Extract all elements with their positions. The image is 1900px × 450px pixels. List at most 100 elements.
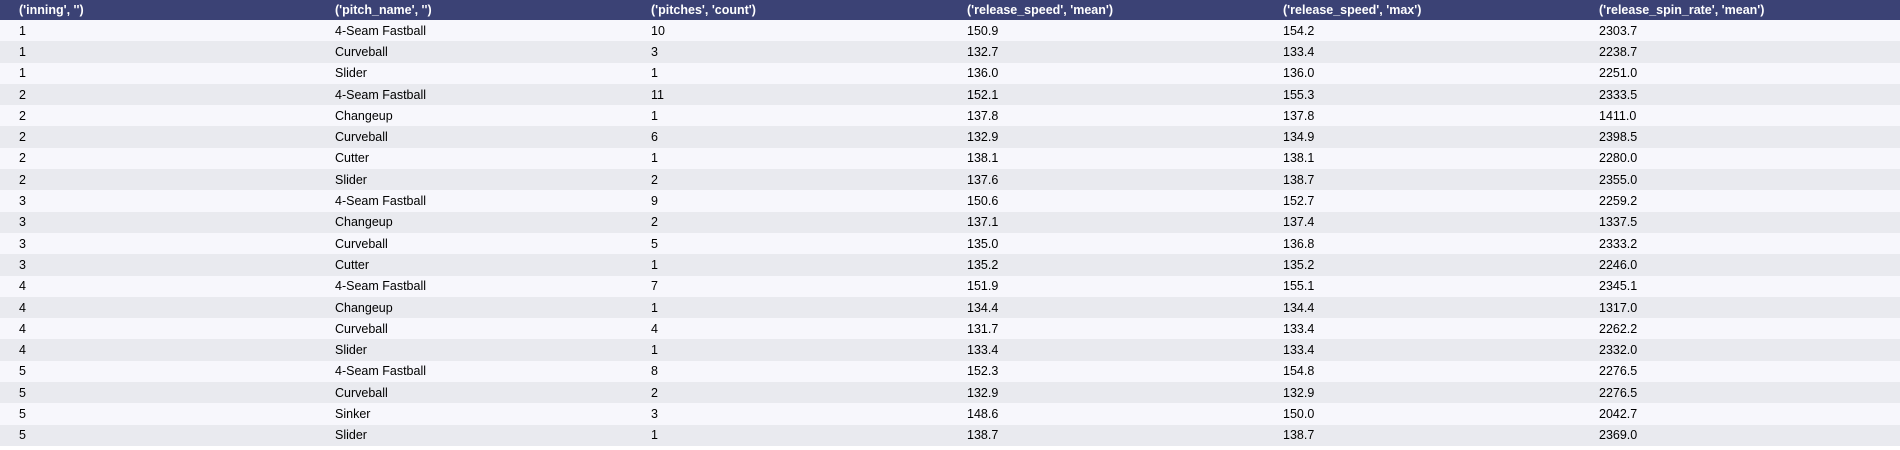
column-header-inning[interactable]: ('inning', '') <box>0 0 316 20</box>
cell-pitches-count: 5 <box>651 236 658 251</box>
cell-pitch-name: Slider <box>335 428 367 443</box>
column-header-release-spin-rate-mean[interactable]: ('release_spin_rate', 'mean') <box>1580 0 1900 20</box>
cell-release-speed-mean: 136.0 <box>967 66 999 81</box>
cell-release-speed-mean: 138.1 <box>967 151 999 166</box>
cell-release-spin-rate-mean: 2280.0 <box>1599 151 1638 166</box>
cell-inning: 3 <box>19 215 26 230</box>
cell-release-spin-rate-mean: 2262.2 <box>1599 321 1638 336</box>
cell-pitches-count: 7 <box>651 279 658 294</box>
cell-pitches-count: 1 <box>651 66 658 81</box>
cell-release-speed-mean: 137.6 <box>967 172 999 187</box>
cell-release-speed-max: 136.0 <box>1283 66 1315 81</box>
cell-pitch-name: Changeup <box>335 108 393 123</box>
cell-pitches-count: 2 <box>651 385 658 400</box>
cell-inning: 3 <box>19 236 26 251</box>
cell-release-speed-max: 134.9 <box>1283 130 1315 145</box>
cell-pitch-name: Sinker <box>335 406 371 421</box>
cell-pitches-count: 9 <box>651 194 658 209</box>
cell-pitch-name: Curveball <box>335 130 388 145</box>
cell-release-spin-rate-mean: 2398.5 <box>1599 130 1638 145</box>
cell-release-speed-max: 155.1 <box>1283 279 1315 294</box>
cell-release-speed-mean: 137.8 <box>967 108 999 123</box>
column-header-release-speed-max[interactable]: ('release_speed', 'max') <box>1264 0 1580 20</box>
cell-release-speed-max: 137.8 <box>1283 108 1315 123</box>
table-row: 1 4-Seam Fastball 10 150.9 154.2 2303.7 <box>0 20 1900 42</box>
cell-pitches-count: 11 <box>651 87 664 102</box>
table-row: 5 Slider 1 138.7 138.7 2369.0 <box>0 424 1900 446</box>
cell-release-speed-mean: 132.7 <box>967 44 999 59</box>
cell-release-speed-mean: 151.9 <box>967 279 999 294</box>
cell-pitches-count: 2 <box>651 215 658 230</box>
cell-pitch-name: Cutter <box>335 151 370 166</box>
cell-inning: 5 <box>19 385 26 400</box>
cell-release-speed-mean: 133.4 <box>967 343 999 358</box>
cell-pitches-count: 3 <box>651 406 658 421</box>
cell-release-speed-mean: 137.1 <box>967 215 999 230</box>
cell-release-spin-rate-mean: 2332.0 <box>1599 343 1638 358</box>
column-header-pitches-count[interactable]: ('pitches', 'count') <box>632 0 948 20</box>
cell-release-speed-max: 138.1 <box>1283 151 1315 166</box>
cell-release-spin-rate-mean: 2238.7 <box>1599 44 1638 59</box>
cell-inning: 1 <box>19 23 26 38</box>
cell-release-speed-max: 138.7 <box>1283 172 1315 187</box>
table-row: 1 Curveball 3 132.7 133.4 2238.7 <box>0 41 1900 63</box>
table-row: 5 4-Seam Fastball 8 152.3 154.8 2276.5 <box>0 360 1900 383</box>
cell-inning: 1 <box>19 44 26 59</box>
cell-inning: 2 <box>19 172 26 187</box>
cell-release-speed-mean: 135.2 <box>967 257 999 272</box>
column-header-release-speed-mean[interactable]: ('release_speed', 'mean') <box>948 0 1264 20</box>
cell-pitch-name: Changeup <box>335 215 393 230</box>
cell-inning: 2 <box>19 108 26 123</box>
cell-release-speed-max: 137.4 <box>1283 215 1315 230</box>
cell-pitch-name: Curveball <box>335 385 388 400</box>
cell-release-speed-mean: 152.1 <box>967 87 999 102</box>
cell-pitches-count: 4 <box>651 321 658 336</box>
cell-inning: 3 <box>19 257 26 272</box>
cell-release-speed-mean: 148.6 <box>967 406 999 421</box>
cell-inning: 2 <box>19 87 26 102</box>
cell-pitch-name: Slider <box>335 66 367 81</box>
table-header: ('inning', '') ('pitch_name', '') ('pitc… <box>0 0 1900 20</box>
cell-release-spin-rate-mean: 2355.0 <box>1599 172 1638 187</box>
cell-release-spin-rate-mean: 2042.7 <box>1599 406 1638 421</box>
cell-release-spin-rate-mean: 2246.0 <box>1599 257 1638 272</box>
cell-release-speed-mean: 132.9 <box>967 385 999 400</box>
table-row: 2 Changeup 1 137.8 137.8 1411.0 <box>0 105 1900 127</box>
cell-release-speed-max: 132.9 <box>1283 385 1315 400</box>
cell-pitch-name: Slider <box>335 343 367 358</box>
cell-release-speed-mean: 134.4 <box>967 300 999 315</box>
cell-pitch-name: 4-Seam Fastball <box>335 87 427 102</box>
cell-pitches-count: 2 <box>651 172 658 187</box>
table-row: 3 Changeup 2 137.1 137.4 1337.5 <box>0 211 1900 233</box>
cell-pitch-name: 4-Seam Fastball <box>335 23 427 38</box>
cell-release-spin-rate-mean: 2333.5 <box>1599 87 1638 102</box>
cell-release-spin-rate-mean: 2333.2 <box>1599 236 1638 251</box>
data-table-container: ('inning', '') ('pitch_name', '') ('pitc… <box>0 0 1900 446</box>
cell-inning: 2 <box>19 130 26 145</box>
cell-release-spin-rate-mean: 2369.0 <box>1599 428 1638 443</box>
cell-release-spin-rate-mean: 2276.5 <box>1599 385 1638 400</box>
cell-pitch-name: 4-Seam Fastball <box>335 279 427 294</box>
cell-inning: 5 <box>19 364 26 379</box>
cell-inning: 3 <box>19 194 26 209</box>
cell-pitch-name: 4-Seam Fastball <box>335 364 427 379</box>
cell-pitches-count: 6 <box>651 130 658 145</box>
cell-inning: 2 <box>19 151 26 166</box>
cell-release-spin-rate-mean: 1411.0 <box>1599 108 1637 123</box>
cell-release-speed-max: 133.4 <box>1283 44 1315 59</box>
cell-pitch-name: Curveball <box>335 44 388 59</box>
table-row: 4 Slider 1 133.4 133.4 2332.0 <box>0 339 1900 361</box>
cell-inning: 4 <box>19 300 26 315</box>
cell-inning: 4 <box>19 321 26 336</box>
table-row: 4 Changeup 1 134.4 134.4 1317.0 <box>0 296 1900 319</box>
cell-release-speed-max: 155.3 <box>1283 87 1315 102</box>
cell-pitches-count: 1 <box>651 428 658 443</box>
cell-release-speed-mean: 135.0 <box>967 236 999 251</box>
cell-release-spin-rate-mean: 2251.0 <box>1599 66 1638 81</box>
cell-pitches-count: 1 <box>651 108 658 123</box>
cell-release-speed-mean: 132.9 <box>967 130 999 145</box>
data-table: ('inning', '') ('pitch_name', '') ('pitc… <box>0 0 1900 446</box>
table-row: 3 Cutter 1 135.2 135.2 2246.0 <box>0 254 1900 276</box>
cell-inning: 4 <box>19 279 26 294</box>
column-header-pitch-name[interactable]: ('pitch_name', '') <box>316 0 632 20</box>
